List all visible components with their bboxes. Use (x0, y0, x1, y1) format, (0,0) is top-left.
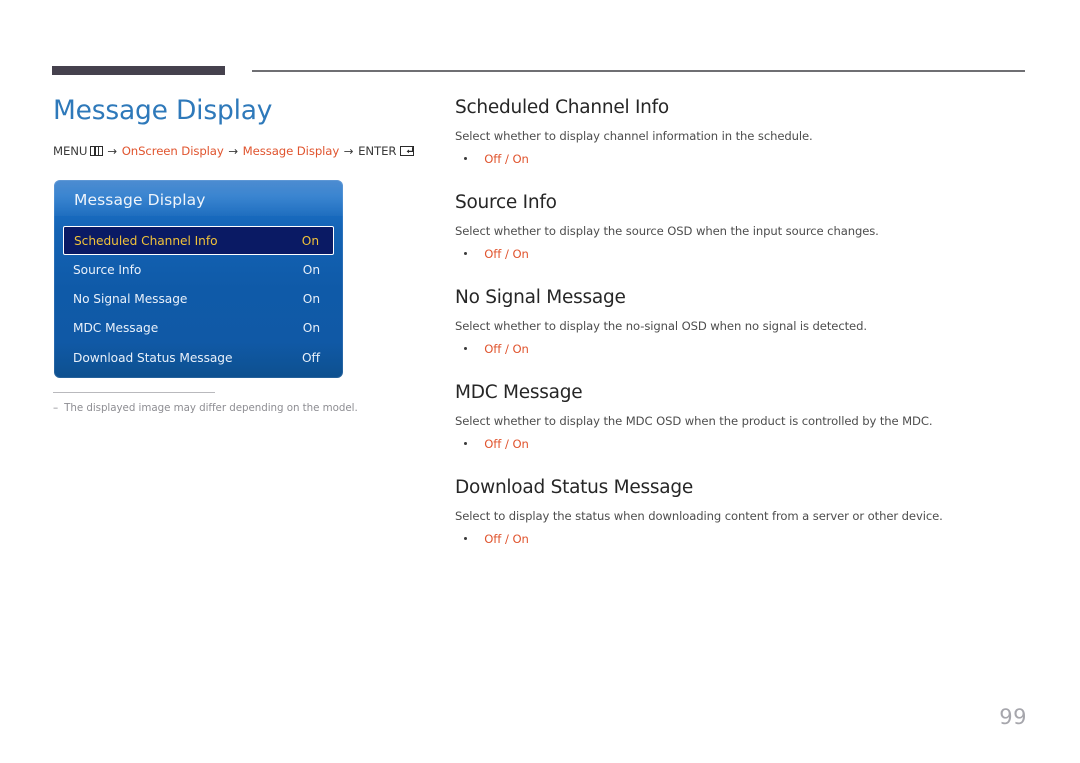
osd-row-no-signal-message[interactable]: No Signal Message On (54, 284, 343, 313)
section-options: Off / On (455, 532, 1030, 546)
section-scheduled-channel-info: Scheduled Channel Info Select whether to… (455, 97, 1030, 166)
osd-row-value: On (301, 233, 319, 248)
footnote-dash: – (53, 402, 59, 414)
osd-row-label: Scheduled Channel Info (74, 233, 218, 248)
breadcrumb-arrow-3: → (343, 144, 354, 159)
section-title: No Signal Message (455, 286, 626, 308)
section-title: Scheduled Channel Info (455, 97, 669, 118)
header-rule-thin (252, 70, 1025, 72)
section-description: Select whether to display the MDC OSD wh… (455, 414, 933, 429)
breadcrumb-enter-label: ENTER (358, 144, 397, 159)
right-column: Scheduled Channel Info Select whether to… (455, 97, 1030, 546)
section-title: MDC Message (455, 381, 583, 403)
osd-row-mdc-message[interactable]: MDC Message On (54, 314, 343, 343)
breadcrumb-path-onscreen-display[interactable]: OnScreen Display (122, 144, 224, 158)
osd-row-value: Off (301, 350, 320, 365)
breadcrumb: MENU → OnScreen Display → Message Display… (53, 144, 415, 159)
header-rule-thick (52, 66, 225, 75)
enter-return-icon (400, 146, 415, 157)
breadcrumb-arrow-1: → (107, 144, 118, 159)
page-number: 99 (999, 705, 1027, 729)
section-options: Off / On (455, 152, 1030, 166)
footnote-text: – The displayed image may differ dependin… (53, 402, 383, 414)
section-title: Download Status Message (455, 476, 694, 498)
section-source-info: Source Info Select whether to display th… (455, 191, 1030, 261)
section-options-text: Off / On (484, 531, 529, 546)
osd-row-value: On (302, 291, 320, 306)
section-description: Select whether to display the no-signal … (455, 319, 867, 334)
bullet-icon (464, 156, 468, 160)
section-options: Off / On (455, 342, 1030, 356)
page-title: Message Display (53, 95, 273, 126)
breadcrumb-menu-label: MENU (53, 144, 88, 159)
osd-row-label: MDC Message (73, 321, 159, 336)
section-options: Off / On (455, 247, 1030, 261)
osd-row-value: On (302, 321, 320, 336)
footnote-block: – The displayed image may differ dependin… (53, 392, 383, 414)
footnote-divider (53, 392, 215, 393)
section-options: Off / On (455, 437, 1030, 451)
osd-menu-panel[interactable]: Message Display Scheduled Channel Info O… (54, 180, 343, 378)
section-description: Select whether to display channel inform… (455, 129, 813, 144)
osd-row-scheduled-channel-info[interactable]: Scheduled Channel Info On (63, 226, 334, 255)
osd-row-label: Source Info (73, 262, 142, 277)
breadcrumb-arrow-2: → (228, 144, 239, 159)
header-rule (52, 66, 1025, 76)
footnote-body: The displayed image may differ depending… (64, 402, 358, 414)
section-title: Source Info (455, 191, 557, 213)
breadcrumb-path-message-display[interactable]: Message Display (243, 144, 340, 158)
section-options-text: Off / On (484, 436, 529, 451)
section-description: Select whether to display the source OSD… (455, 224, 879, 239)
section-options-text: Off / On (484, 341, 529, 356)
left-column: Message Display MENU → OnScreen Display →… (53, 95, 415, 159)
osd-menu-list: Scheduled Channel Info On Source Info On… (54, 226, 343, 372)
osd-panel-title: Message Display (74, 191, 206, 209)
bullet-icon (464, 346, 468, 350)
menu-grid-icon (90, 146, 104, 157)
bullet-icon (464, 441, 468, 445)
osd-row-value: On (302, 262, 320, 277)
osd-row-label: Download Status Message (73, 350, 233, 365)
section-no-signal-message: No Signal Message Select whether to disp… (455, 286, 1030, 356)
osd-row-download-status-message[interactable]: Download Status Message Off (54, 343, 343, 372)
osd-row-label: No Signal Message (73, 291, 188, 306)
section-options-text: Off / On (484, 246, 529, 261)
osd-row-source-info[interactable]: Source Info On (54, 255, 343, 284)
bullet-icon (464, 251, 468, 255)
section-mdc-message: MDC Message Select whether to display th… (455, 381, 1030, 451)
section-description: Select to display the status when downlo… (455, 509, 943, 524)
section-options-text: Off / On (484, 151, 529, 166)
section-download-status-message: Download Status Message Select to displa… (455, 476, 1030, 546)
bullet-icon (464, 536, 468, 540)
